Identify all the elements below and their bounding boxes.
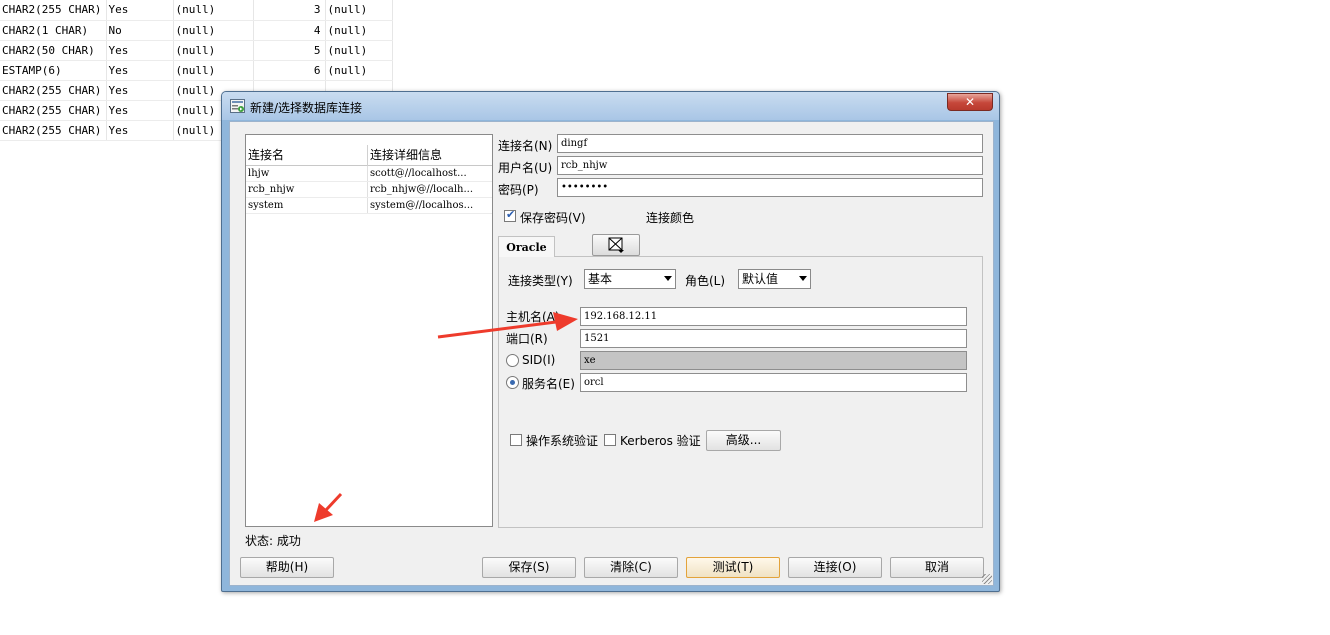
table-cell: Yes: [106, 80, 174, 101]
table-cell: (null): [173, 40, 254, 61]
table-cell: 4: [253, 20, 326, 41]
host-input[interactable]: 192.168.12.11: [580, 307, 967, 326]
sid-label: SID(I): [522, 353, 556, 367]
os-auth-checkbox[interactable]: [510, 434, 522, 446]
column-header-detail[interactable]: 连接详细信息: [368, 145, 492, 166]
table-cell: No: [106, 20, 174, 41]
table-row: CHAR2(255 CHAR) Yes (null) 3 (null): [0, 0, 393, 21]
table-row: CHAR2(1 CHAR) No (null) 4 (null): [0, 20, 393, 41]
connection-list-header: 连接名 连接详细信息: [246, 145, 492, 166]
table-cell: (null): [325, 20, 393, 41]
table-cell: CHAR2(1 CHAR): [0, 20, 107, 41]
username-label: 用户名(U): [498, 161, 553, 175]
chevron-down-icon: [799, 276, 807, 281]
table-cell: (null): [173, 20, 254, 41]
service-name-input[interactable]: orcl: [580, 373, 967, 392]
tab-oracle[interactable]: Oracle: [498, 236, 555, 257]
host-label: 主机名(A): [506, 310, 560, 324]
service-name-radio[interactable]: [506, 376, 519, 389]
advanced-button[interactable]: 高级...: [706, 430, 781, 451]
list-item[interactable]: rcb_nhjw rcb_nhjw@//localh...: [246, 182, 492, 198]
connection-name: system: [246, 198, 368, 213]
role-value: 默认值: [742, 272, 779, 286]
conn-type-label: 连接类型(Y): [508, 274, 573, 288]
table-cell: (null): [173, 60, 254, 81]
list-item[interactable]: lhjw scott@//localhost...: [246, 166, 492, 182]
test-button[interactable]: 测试(T): [686, 557, 780, 578]
service-name-label: 服务名(E): [522, 377, 575, 391]
table-cell: Yes: [106, 100, 174, 121]
chevron-down-icon: [664, 276, 672, 281]
list-item[interactable]: system system@//localhos...: [246, 198, 492, 214]
help-button[interactable]: 帮助(H): [240, 557, 334, 578]
save-button[interactable]: 保存(S): [482, 557, 576, 578]
connection-detail: scott@//localhost...: [370, 168, 467, 179]
close-button[interactable]: ✕: [947, 93, 993, 111]
username-input[interactable]: rcb_nhjw: [557, 156, 983, 175]
dialog-titlebar[interactable]: 新建/选择数据库连接 ✕: [222, 92, 999, 120]
save-password-checkbox[interactable]: [504, 208, 516, 222]
conn-name-label: 连接名(N): [498, 139, 553, 153]
password-input[interactable]: ••••••••: [557, 178, 983, 197]
connect-button[interactable]: 连接(O): [788, 557, 882, 578]
dialog-body: 连接名 连接详细信息 lhjw scott@//localhost... rcb…: [229, 121, 994, 586]
table-cell: 5: [253, 40, 326, 61]
table-cell: CHAR2(255 CHAR): [0, 80, 107, 101]
sid-radio[interactable]: [506, 354, 519, 367]
status-text: 状态: 成功: [245, 534, 301, 548]
table-cell: Yes: [106, 40, 174, 61]
table-cell: Yes: [106, 120, 174, 141]
oracle-tab-panel: [498, 256, 983, 528]
conn-type-select[interactable]: 基本: [584, 269, 676, 289]
connection-name: lhjw: [246, 166, 368, 181]
cancel-button[interactable]: 取消: [890, 557, 984, 578]
kerberos-checkbox[interactable]: [604, 434, 616, 446]
table-cell: CHAR2(50 CHAR): [0, 40, 107, 61]
table-cell: CHAR2(255 CHAR): [0, 120, 107, 141]
connection-name: rcb_nhjw: [246, 182, 368, 197]
port-input[interactable]: 1521: [580, 329, 967, 348]
conn-name-input[interactable]: dingf: [557, 134, 983, 153]
os-auth-label: 操作系统验证: [526, 434, 599, 448]
table-cell: CHAR2(255 CHAR): [0, 100, 107, 121]
resize-grip-icon[interactable]: [982, 574, 992, 584]
password-label: 密码(P): [498, 183, 539, 197]
table-cell: (null): [325, 60, 393, 81]
dialog-title: 新建/选择数据库连接: [250, 101, 363, 115]
color-picker-icon: [608, 237, 624, 253]
connection-color-label: 连接颜色: [646, 211, 695, 225]
role-select[interactable]: 默认值: [738, 269, 811, 289]
table-cell: Yes: [106, 60, 174, 81]
sid-input[interactable]: xe: [580, 351, 967, 370]
save-password-label: 保存密码(V): [520, 211, 586, 225]
table-cell: CHAR2(255 CHAR): [0, 0, 107, 21]
table-cell: (null): [173, 0, 254, 21]
table-row: ESTAMP(6) Yes (null) 6 (null): [0, 60, 393, 81]
close-icon: ✕: [964, 95, 976, 109]
table-cell: ESTAMP(6): [0, 60, 107, 81]
table-cell: 6: [253, 60, 326, 81]
table-cell: (null): [325, 0, 393, 21]
port-label: 端口(R): [506, 332, 548, 346]
connection-list[interactable]: 连接名 连接详细信息 lhjw scott@//localhost... rcb…: [245, 134, 493, 527]
connection-detail: system@//localhos...: [370, 200, 474, 211]
table-row: CHAR2(50 CHAR) Yes (null) 5 (null): [0, 40, 393, 61]
new-connection-dialog: 新建/选择数据库连接 ✕ 连接名 连接详细信息 lhjw scott@//loc…: [221, 91, 1000, 592]
connection-color-button[interactable]: [592, 234, 640, 256]
database-connection-icon: [230, 99, 245, 113]
clear-button[interactable]: 清除(C): [584, 557, 678, 578]
table-cell: (null): [325, 40, 393, 61]
connection-detail: rcb_nhjw@//localh...: [370, 184, 474, 195]
conn-type-value: 基本: [588, 272, 613, 286]
table-cell: Yes: [106, 0, 174, 21]
table-cell: 3: [253, 0, 326, 21]
column-header-name[interactable]: 连接名: [246, 145, 368, 166]
role-label: 角色(L): [685, 274, 726, 288]
kerberos-label: Kerberos 验证: [620, 434, 701, 448]
